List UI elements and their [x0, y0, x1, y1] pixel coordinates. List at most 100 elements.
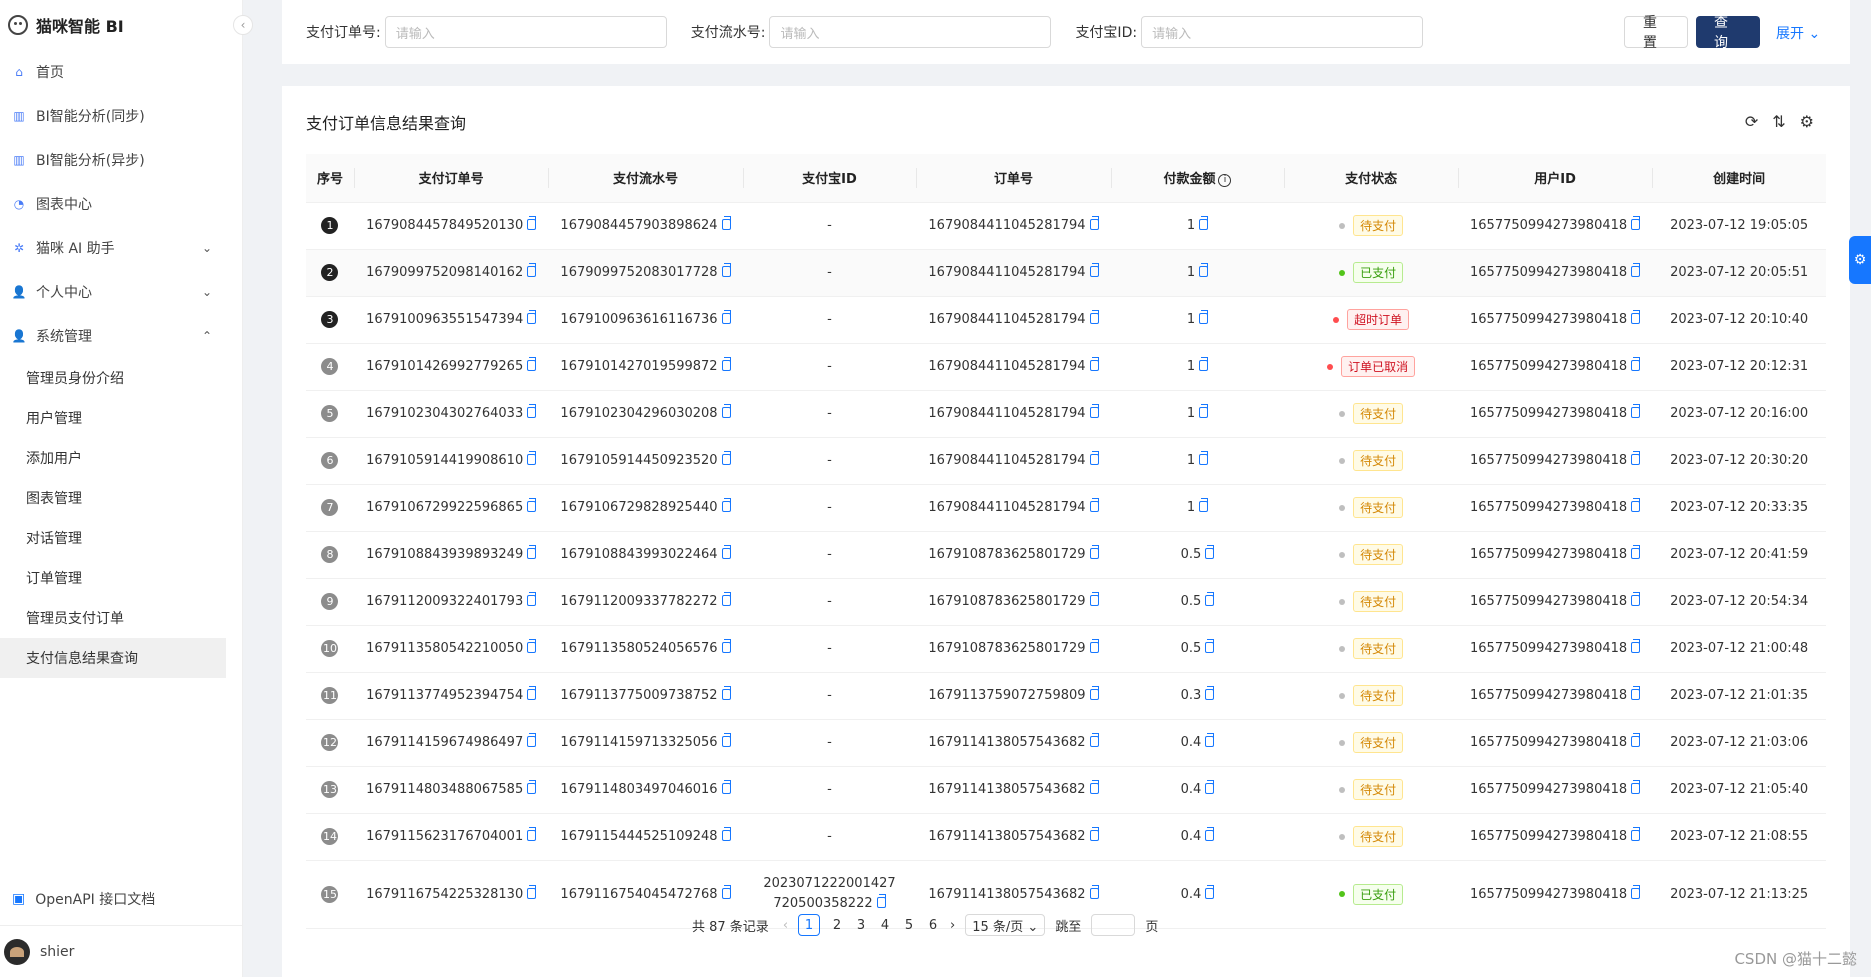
copy-icon[interactable]	[527, 884, 537, 899]
copy-icon[interactable]	[1199, 404, 1209, 418]
copy-icon[interactable]	[1631, 357, 1641, 371]
copy-icon[interactable]	[721, 733, 731, 747]
page-5[interactable]: 5	[902, 918, 916, 933]
copy-icon[interactable]	[1631, 404, 1641, 418]
sidebar-item-0[interactable]: ⌂ 首页	[0, 50, 242, 94]
pay-serial-input[interactable]: 请输入	[769, 16, 1052, 48]
page-size-select[interactable]: 15 条/页 ⌄	[965, 914, 1046, 936]
copy-icon[interactable]	[527, 263, 537, 277]
col-header-created-at[interactable]: 创建时间	[1652, 154, 1826, 203]
copy-icon[interactable]	[1631, 545, 1641, 559]
sidebar-item-3[interactable]: ◔ 图表中心	[0, 182, 242, 226]
copy-icon[interactable]	[1631, 639, 1641, 653]
sidebar-item-4[interactable]: ✲ 猫咪 AI 助手 ⌄	[0, 226, 242, 270]
copy-icon[interactable]	[1089, 827, 1099, 841]
sidebar-collapse-button[interactable]: ‹	[233, 15, 253, 35]
copy-icon[interactable]	[721, 263, 731, 277]
col-header-amount[interactable]: 付款金额 i	[1110, 154, 1285, 203]
query-button[interactable]: 查 询	[1696, 15, 1760, 51]
copy-icon[interactable]	[527, 545, 537, 559]
copy-icon[interactable]	[1199, 310, 1209, 324]
copy-icon[interactable]	[721, 357, 731, 371]
brand[interactable]: 猫咪智能 BI	[0, 0, 242, 50]
sidebar-item-1[interactable]: ▥ BI智能分析(同步)	[0, 94, 242, 138]
copy-icon[interactable]	[1089, 357, 1099, 371]
copy-icon[interactable]	[1089, 263, 1099, 277]
column-settings-icon[interactable]: ⚙	[1800, 112, 1814, 131]
copy-icon[interactable]	[527, 827, 537, 841]
copy-icon[interactable]	[1631, 827, 1641, 841]
copy-icon[interactable]	[1089, 686, 1099, 700]
page-1[interactable]: 1	[798, 914, 821, 936]
col-header-alipay-id[interactable]: 支付宝ID	[742, 154, 917, 203]
copy-icon[interactable]	[721, 310, 731, 324]
copy-icon[interactable]	[721, 451, 731, 465]
copy-icon[interactable]	[1199, 451, 1209, 465]
copy-icon[interactable]	[1199, 498, 1209, 512]
col-header-user-id[interactable]: 用户ID	[1457, 154, 1653, 203]
copy-icon[interactable]	[1631, 451, 1641, 465]
copy-icon[interactable]	[527, 498, 537, 512]
prev-page-icon[interactable]: ‹	[783, 918, 788, 933]
floating-settings-icon[interactable]: ⚙	[1849, 236, 1871, 284]
copy-icon[interactable]	[1631, 733, 1641, 747]
copy-icon[interactable]	[1631, 310, 1641, 324]
copy-icon[interactable]	[1631, 263, 1641, 277]
copy-icon[interactable]	[1089, 733, 1099, 747]
copy-icon[interactable]	[1205, 592, 1215, 606]
copy-icon[interactable]	[1089, 498, 1099, 512]
copy-icon[interactable]	[527, 451, 537, 465]
copy-icon[interactable]	[1089, 884, 1099, 899]
copy-icon[interactable]	[527, 404, 537, 418]
copy-icon[interactable]	[1089, 592, 1099, 606]
sidebar-subitem-1[interactable]: 用户管理	[0, 398, 242, 438]
copy-icon[interactable]	[1089, 780, 1099, 794]
user-profile[interactable]: shier	[0, 925, 243, 977]
copy-icon[interactable]	[1199, 357, 1209, 371]
page-6[interactable]: 6	[926, 918, 940, 933]
sidebar-item-5[interactable]: 👤 个人中心 ⌄	[0, 270, 242, 314]
copy-icon[interactable]	[527, 592, 537, 606]
pay-order-id-input[interactable]: 请输入	[384, 16, 667, 48]
copy-icon[interactable]	[1089, 545, 1099, 559]
copy-icon[interactable]	[1205, 827, 1215, 841]
copy-icon[interactable]	[1089, 404, 1099, 418]
copy-icon[interactable]	[1205, 545, 1215, 559]
copy-icon[interactable]	[721, 216, 731, 230]
copy-icon[interactable]	[527, 310, 537, 324]
col-header-order-id[interactable]: 订单号	[916, 154, 1111, 203]
col-header-serial[interactable]: 支付流水号	[548, 154, 743, 203]
copy-icon[interactable]	[721, 639, 731, 653]
sidebar-subitem-5[interactable]: 订单管理	[0, 558, 242, 598]
copy-icon[interactable]	[721, 780, 731, 794]
copy-icon[interactable]	[721, 545, 731, 559]
copy-icon[interactable]	[1205, 884, 1215, 899]
copy-icon[interactable]	[1631, 592, 1641, 606]
copy-icon[interactable]	[1089, 310, 1099, 324]
copy-icon[interactable]	[527, 733, 537, 747]
copy-icon[interactable]	[527, 357, 537, 371]
expand-filter-link[interactable]: 展开 ⌄	[1776, 23, 1820, 43]
copy-icon[interactable]	[527, 686, 537, 700]
reset-button[interactable]: 重 置	[1624, 15, 1688, 51]
copy-icon[interactable]	[527, 639, 537, 653]
copy-icon[interactable]	[721, 498, 731, 512]
sidebar-subitem-3[interactable]: 图表管理	[0, 478, 242, 518]
sidebar-subitem-4[interactable]: 对话管理	[0, 518, 242, 558]
copy-icon[interactable]	[1631, 498, 1641, 512]
copy-icon[interactable]	[1205, 686, 1215, 700]
copy-icon[interactable]	[1089, 639, 1099, 653]
copy-icon[interactable]	[721, 827, 731, 841]
page-3[interactable]: 3	[854, 918, 868, 933]
sidebar-subitem-2[interactable]: 添加用户	[0, 438, 242, 478]
alipay-id-input[interactable]: 请输入	[1141, 16, 1424, 48]
copy-icon[interactable]	[527, 780, 537, 794]
openapi-doc-link[interactable]: ▣ OpenAPI 接口文档	[0, 873, 243, 925]
copy-icon[interactable]	[1205, 639, 1215, 653]
copy-icon[interactable]	[1631, 686, 1641, 700]
jump-page-input[interactable]	[1091, 914, 1136, 936]
copy-icon[interactable]	[1631, 780, 1641, 794]
copy-icon[interactable]	[1089, 451, 1099, 465]
copy-icon[interactable]	[721, 686, 731, 700]
next-page-icon[interactable]: ›	[950, 918, 955, 933]
